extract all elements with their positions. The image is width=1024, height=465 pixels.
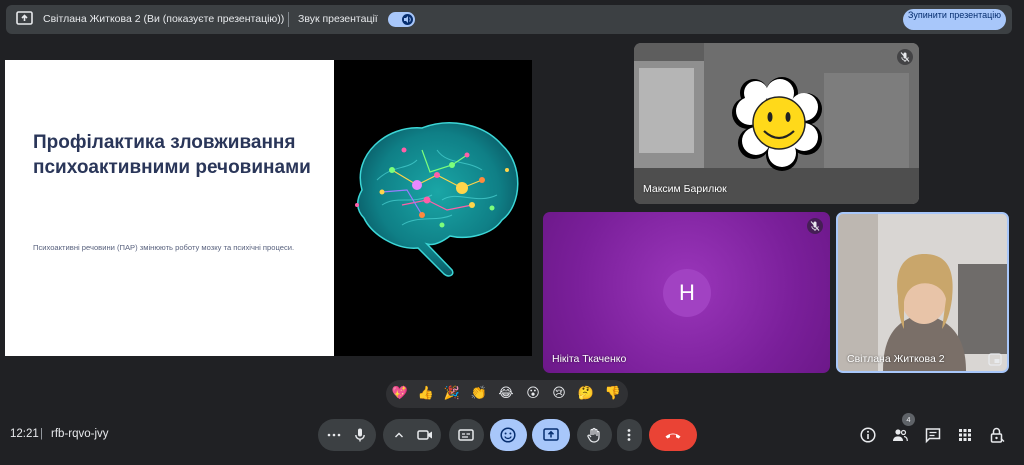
participant-name: Максим Барилюк	[643, 183, 727, 195]
participant-count-badge: 4	[902, 413, 915, 426]
slide-title: Профілактика зловживання психоактивними …	[33, 132, 311, 178]
reaction-heart[interactable]: 💖	[391, 385, 409, 403]
presentation-audio-label: Звук презентації	[298, 13, 378, 25]
end-call-icon	[663, 426, 683, 444]
mic-off-icon	[897, 49, 913, 65]
picture-in-picture-icon[interactable]	[988, 353, 1002, 366]
reaction-thumbs-down[interactable]: 👎	[604, 385, 622, 403]
chat-icon[interactable]	[924, 426, 942, 444]
participant-tile[interactable]: H Нікіта Ткаченко	[543, 212, 830, 373]
more-vert-icon	[621, 427, 637, 443]
camera-icon[interactable]	[416, 426, 434, 444]
mic-control-group	[318, 419, 376, 451]
hand-icon	[585, 426, 603, 444]
stop-presenting-button[interactable]: Зупинити презентацію	[903, 9, 1006, 30]
avatar: H	[663, 269, 711, 317]
reaction-thinking[interactable]: 🤔	[577, 385, 595, 403]
captions-icon	[457, 426, 475, 444]
activities-grid-icon[interactable]	[956, 426, 974, 444]
divider	[288, 12, 289, 27]
more-options-button[interactable]	[617, 419, 642, 451]
participant-video	[838, 214, 1007, 371]
camera-control-group	[383, 419, 441, 451]
emoji-icon	[499, 426, 517, 444]
chevron-up-icon[interactable]	[392, 428, 406, 442]
reactions-bar: 💖 👍 🎉 👏 😂 😮 😢 🤔 👎	[386, 380, 628, 408]
participant-video	[634, 43, 919, 204]
leave-call-button[interactable]	[649, 419, 697, 451]
reaction-party[interactable]: 🎉	[443, 385, 461, 403]
audio-settings-more-icon[interactable]	[326, 427, 342, 443]
clock: 12:21	[10, 428, 39, 440]
mic-off-icon	[807, 218, 823, 234]
slide-image-panel	[334, 60, 532, 356]
meeting-details-icon[interactable]	[859, 426, 877, 444]
participant-tile[interactable]: Максим Барилюк	[634, 43, 919, 204]
participant-tile-self[interactable]: Світлана Житкова 2	[836, 212, 1009, 373]
present-screen-icon	[16, 11, 33, 26]
reaction-surprised[interactable]: 😮	[524, 385, 542, 403]
host-controls-lock-icon[interactable]	[988, 426, 1006, 444]
captions-button[interactable]	[449, 419, 484, 451]
reaction-laugh[interactable]: 😂	[497, 385, 515, 403]
volume-icon	[402, 14, 413, 25]
reaction-thumbs-up[interactable]: 👍	[417, 385, 435, 403]
divider: |	[40, 428, 43, 440]
participant-name: Світлана Житкова 2	[847, 353, 945, 365]
slide-subtitle: Психоактивні речовини (ПАР) змінюють роб…	[33, 243, 295, 252]
present-now-button[interactable]	[532, 419, 570, 451]
presenting-label: Світлана Житкова 2 (Ви (показуєте презен…	[43, 13, 285, 25]
presenting-bar: Світлана Житкова 2 (Ви (показуєте презен…	[6, 5, 1012, 34]
people-icon[interactable]	[891, 426, 909, 444]
presentation-slide: Профілактика зловживання психоактивними …	[5, 60, 532, 356]
presentation-audio-toggle[interactable]	[388, 12, 415, 27]
brain-illustration	[355, 122, 519, 277]
microphone-icon[interactable]	[351, 426, 369, 444]
reaction-sad[interactable]: 😢	[550, 385, 568, 403]
present-screen-icon	[542, 426, 560, 444]
slide-text-panel: Профілактика зловживання психоактивними …	[5, 60, 334, 356]
raise-hand-button[interactable]	[577, 419, 612, 451]
reaction-clap[interactable]: 👏	[470, 385, 488, 403]
reactions-button[interactable]	[490, 419, 527, 451]
meeting-code: rfb-rqvo-jvy	[51, 428, 109, 440]
participant-name: Нікіта Ткаченко	[552, 353, 627, 365]
